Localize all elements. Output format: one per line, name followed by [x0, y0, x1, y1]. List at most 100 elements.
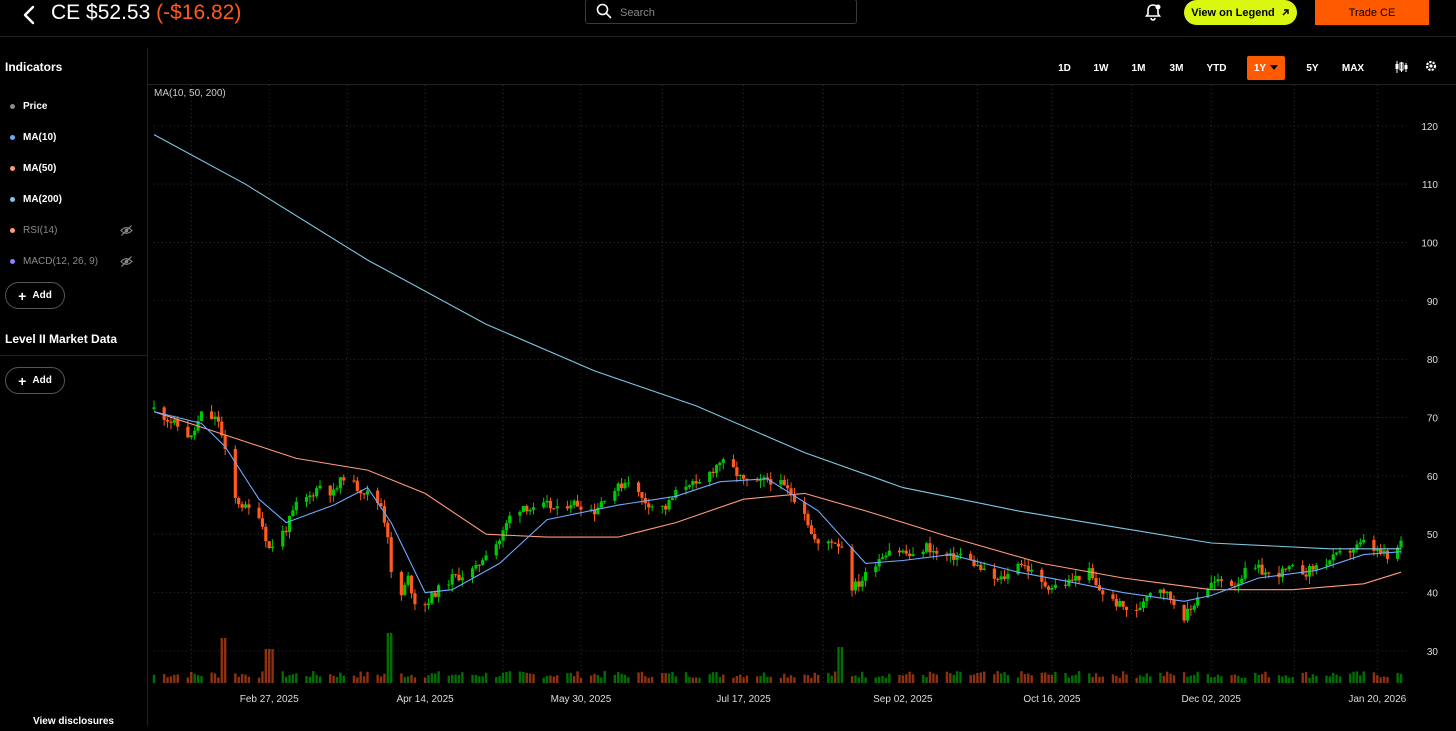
candle-body [1209, 582, 1213, 589]
volume-bar [454, 674, 457, 683]
eye-off-icon[interactable] [120, 255, 133, 268]
candle-body [850, 547, 854, 591]
eye-off-icon[interactable] [120, 224, 133, 237]
range-1y-label: 1Y [1253, 62, 1267, 74]
candle-body [640, 492, 644, 498]
volume-bar [1074, 674, 1077, 683]
volume-bar [528, 673, 532, 683]
volume-bar [1047, 674, 1050, 683]
volume-bar [173, 674, 176, 683]
range-5y[interactable]: 5Y [1299, 56, 1326, 80]
indicator-price[interactable]: Price [10, 101, 47, 112]
volume-bar [1135, 677, 1138, 683]
chart-toolbar: 1D 1W 1M 3M YTD 1Y 5Y MAX [148, 48, 1456, 85]
volume-bar [922, 675, 925, 683]
range-3m[interactable]: 3M [1163, 56, 1190, 80]
volume-bar [413, 677, 417, 683]
candle-body [1213, 581, 1217, 583]
volume-bar [352, 675, 356, 683]
candle-body [362, 493, 366, 495]
volume-bar [1121, 671, 1125, 683]
search-box[interactable] [585, 0, 857, 24]
candle-body [1118, 601, 1122, 607]
volume-bar [508, 671, 512, 683]
volume-bar [501, 672, 505, 683]
indicator-ma10[interactable]: MA(10) [10, 132, 56, 143]
volume-bar [1379, 677, 1382, 683]
candle-body [1375, 549, 1379, 551]
settings-gear-icon[interactable] [1424, 59, 1438, 73]
candle-body [365, 490, 370, 495]
volume-bar [339, 672, 342, 683]
range-1y[interactable]: 1Y [1247, 56, 1285, 80]
volume-bar [495, 677, 498, 683]
indicator-ma200[interactable]: MA(200) [10, 194, 62, 205]
candle-body [318, 485, 322, 489]
volume-bar [1125, 674, 1128, 683]
x-axis-tick-label: Jul 17, 2025 [716, 694, 771, 705]
volume-bar [268, 649, 271, 683]
range-1m[interactable]: 1M [1125, 56, 1152, 80]
range-ytd[interactable]: YTD [1200, 56, 1233, 80]
volume-bar [925, 677, 928, 683]
candle-body [874, 566, 878, 573]
volume-bar [983, 671, 986, 683]
candle-body [569, 505, 573, 509]
volume-bar [783, 673, 786, 683]
range-1w[interactable]: 1W [1087, 56, 1115, 80]
volume-bar [498, 676, 501, 683]
volume-bar [545, 675, 549, 683]
volume-bar [437, 671, 440, 683]
volume-bar [288, 675, 291, 683]
volume-bar [691, 677, 694, 683]
indicator-rsi[interactable]: RSI(14) [10, 225, 57, 236]
volume-bar [650, 676, 654, 683]
volume-bar [972, 674, 976, 683]
trade-button[interactable]: Trade CE [1315, 0, 1429, 25]
range-1d[interactable]: 1D [1051, 56, 1078, 80]
volume-bar [518, 671, 522, 683]
volume-bar [481, 676, 484, 683]
candle-body [176, 419, 180, 427]
x-axis-tick-label: Apr 14, 2025 [396, 694, 454, 705]
volume-bar [976, 673, 979, 683]
price-chart[interactable]: 120 110 100 90 80 70 60 50 40 30 Feb 27, 2025 Apr 1… [148, 85, 1456, 726]
volume-bar [1233, 674, 1237, 683]
search-input[interactable] [618, 3, 852, 23]
volume-bar [1182, 672, 1186, 683]
candle-body [921, 551, 925, 555]
candle-body [691, 481, 695, 486]
candle-body [599, 501, 603, 508]
volume-bar [234, 673, 237, 683]
candle-body [304, 497, 309, 502]
volume-bar [186, 677, 190, 683]
range-max[interactable]: MAX [1338, 56, 1368, 80]
volume-bar [664, 673, 667, 683]
candle-body [1385, 550, 1390, 559]
volume-bar [1023, 674, 1027, 683]
indicator-macd[interactable]: MACD(12, 26, 9) [10, 256, 98, 267]
add-level2-button[interactable]: + Add [5, 367, 65, 394]
volume-bar [600, 677, 603, 683]
view-disclosures-link[interactable]: View disclosures [33, 716, 114, 727]
chart-svg[interactable]: 120 110 100 90 80 70 60 50 40 30 Feb 27, 2025 Apr 1… [148, 85, 1456, 726]
volume-bar [200, 676, 203, 683]
candlestick-type-icon[interactable] [1395, 60, 1408, 74]
volume-bar [359, 671, 362, 683]
view-on-legend-button[interactable]: View on Legend [1184, 0, 1297, 25]
volume-bar [996, 671, 999, 683]
candle-body [338, 477, 342, 489]
volume-bar [237, 676, 240, 683]
candle-body [1290, 565, 1295, 567]
volume-bar [166, 677, 169, 683]
ma10-line [153, 411, 1402, 602]
volume-bar [1165, 671, 1169, 683]
candle-body [731, 459, 736, 468]
candle-body [880, 557, 885, 560]
indicator-ma50[interactable]: MA(50) [10, 163, 56, 174]
volume-bar [647, 677, 650, 683]
back-arrow-icon[interactable] [18, 3, 42, 27]
volume-bar [779, 677, 783, 683]
add-indicator-button[interactable]: + Add [5, 282, 65, 309]
notification-bell-icon[interactable] [1143, 2, 1163, 22]
